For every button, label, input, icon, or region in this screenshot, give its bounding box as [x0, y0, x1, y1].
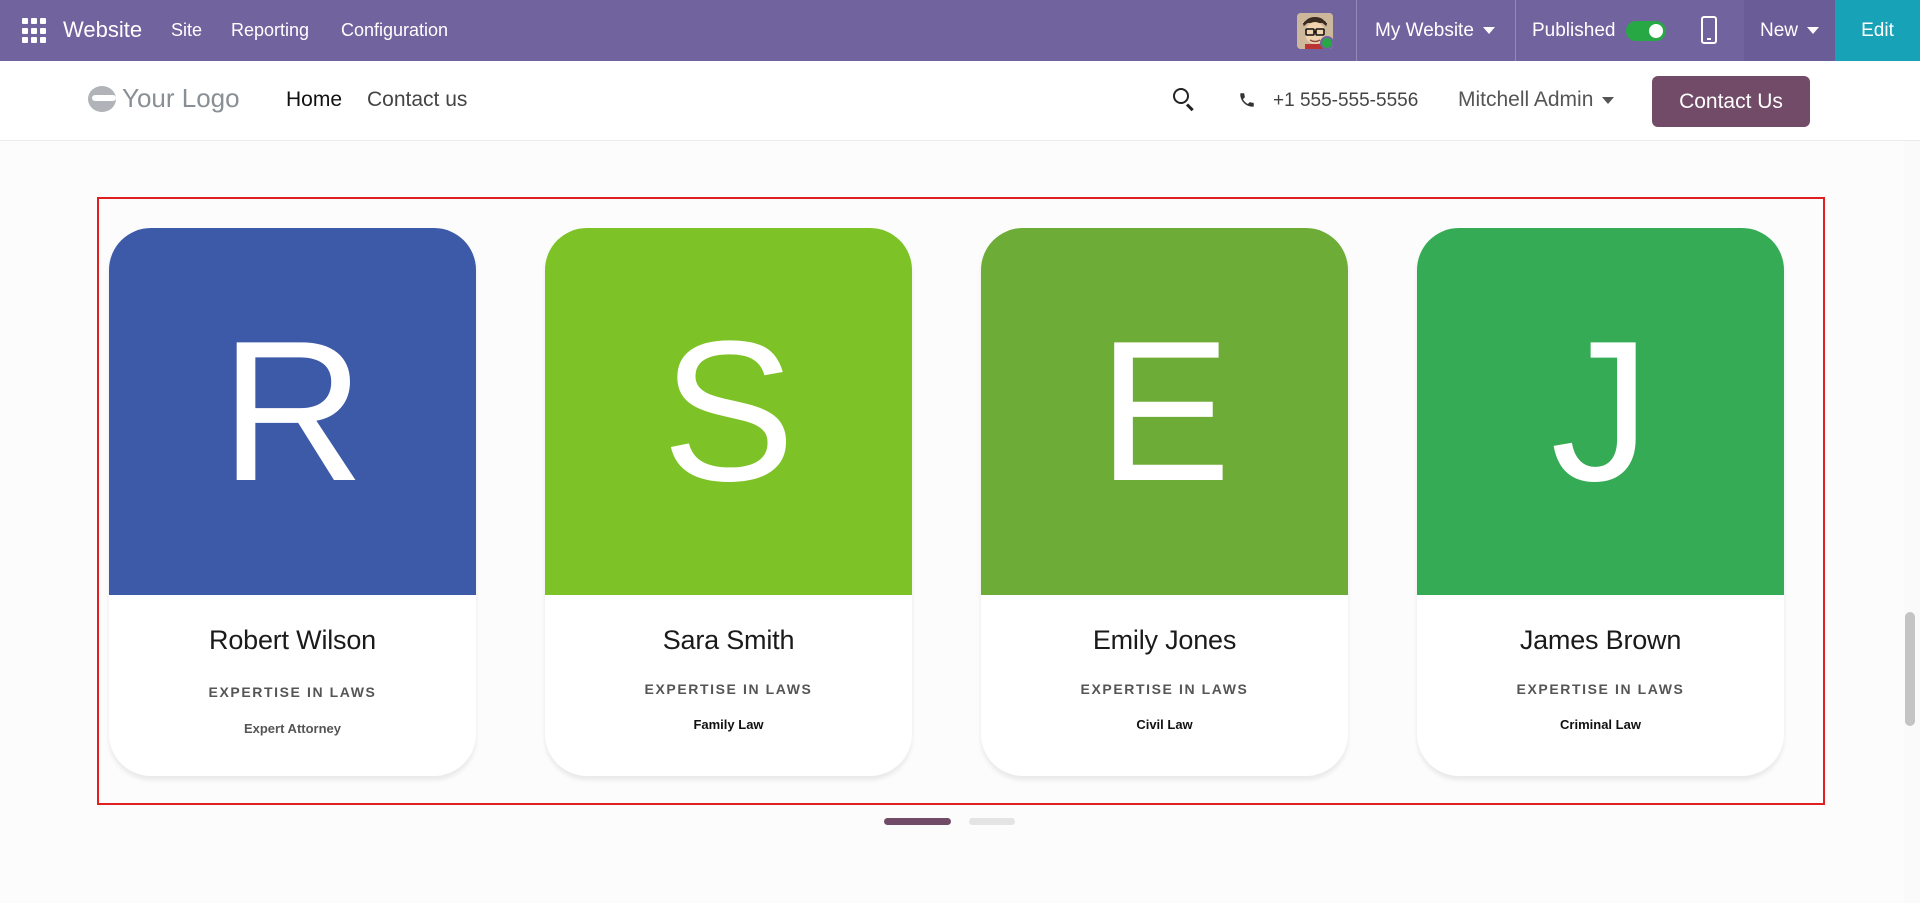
phone-number-link[interactable]: +1 555-555-5556	[1273, 90, 1418, 112]
avatar-initial: S	[545, 228, 912, 595]
team-card[interactable]: S Sara Smith EXPERTISE IN LAWS Family La…	[545, 228, 912, 776]
user-menu[interactable]: Mitchell Admin	[1458, 88, 1615, 112]
search-icon[interactable]	[1173, 88, 1195, 112]
published-label: Published	[1532, 20, 1616, 41]
website-switcher[interactable]: My Website	[1375, 20, 1495, 42]
website-switcher-label: My Website	[1375, 20, 1474, 41]
carousel-indicator-active[interactable]	[884, 818, 951, 825]
member-specialty: Civil Law	[1136, 717, 1193, 732]
avatar-initial: J	[1417, 228, 1784, 595]
caret-down-icon	[1807, 27, 1819, 34]
member-specialty: Family Law	[693, 717, 764, 732]
mobile-preview-icon[interactable]	[1701, 16, 1717, 44]
team-card[interactable]: J James Brown EXPERTISE IN LAWS Criminal…	[1417, 228, 1784, 776]
member-name: Emily Jones	[1092, 625, 1237, 655]
member-name: Sara Smith	[662, 625, 795, 655]
logo-icon	[88, 85, 118, 112]
logo-text: Your Logo	[122, 83, 240, 113]
user-name: Mitchell Admin	[1458, 88, 1594, 111]
member-name: James Brown	[1519, 625, 1682, 655]
contact-us-button[interactable]: Contact Us	[1652, 76, 1810, 127]
menu-configuration[interactable]: Configuration	[341, 20, 448, 41]
online-status-dot	[1320, 36, 1333, 49]
member-role: EXPERTISE IN LAWS	[1516, 681, 1685, 697]
published-toggle[interactable]	[1626, 21, 1666, 41]
apps-grid-icon[interactable]	[22, 18, 48, 44]
team-card[interactable]: E Emily Jones EXPERTISE IN LAWS Civil La…	[981, 228, 1348, 776]
member-role: EXPERTISE IN LAWS	[208, 684, 377, 700]
scrollbar-track[interactable]	[1904, 141, 1920, 903]
menu-site[interactable]: Site	[171, 20, 202, 41]
site-logo[interactable]: Your Logo	[88, 83, 240, 114]
admin-bar: Website Site Reporting Configuration My …	[0, 0, 1920, 61]
menu-reporting[interactable]: Reporting	[231, 20, 309, 41]
divider	[1356, 0, 1357, 61]
caret-down-icon	[1482, 27, 1495, 35]
member-specialty: Criminal Law	[1560, 717, 1641, 732]
app-name[interactable]: Website	[63, 17, 142, 43]
caret-down-icon	[1602, 96, 1615, 104]
avatar-initial: R	[109, 228, 476, 595]
new-button-label: New	[1759, 19, 1798, 41]
member-name: Robert Wilson	[209, 625, 376, 655]
nav-home[interactable]: Home	[286, 88, 342, 112]
new-button[interactable]: New	[1744, 0, 1835, 61]
carousel-indicator[interactable]	[969, 818, 1015, 825]
team-card[interactable]: R Robert Wilson EXPERTISE IN LAWS Expert…	[109, 228, 476, 776]
member-role: EXPERTISE IN LAWS	[1080, 681, 1249, 697]
member-specialty: Expert Attorney	[243, 721, 342, 736]
phone-icon	[1240, 93, 1254, 107]
member-role: EXPERTISE IN LAWS	[644, 681, 813, 697]
user-avatar[interactable]	[1297, 13, 1333, 49]
divider	[1515, 0, 1516, 61]
edit-button[interactable]: Edit	[1835, 0, 1920, 61]
site-header: Your Logo Home Contact us +1 555-555-555…	[0, 61, 1920, 141]
nav-contact-us[interactable]: Contact us	[367, 88, 467, 112]
avatar-initial: E	[981, 228, 1348, 595]
scrollbar-thumb[interactable]	[1905, 612, 1915, 726]
